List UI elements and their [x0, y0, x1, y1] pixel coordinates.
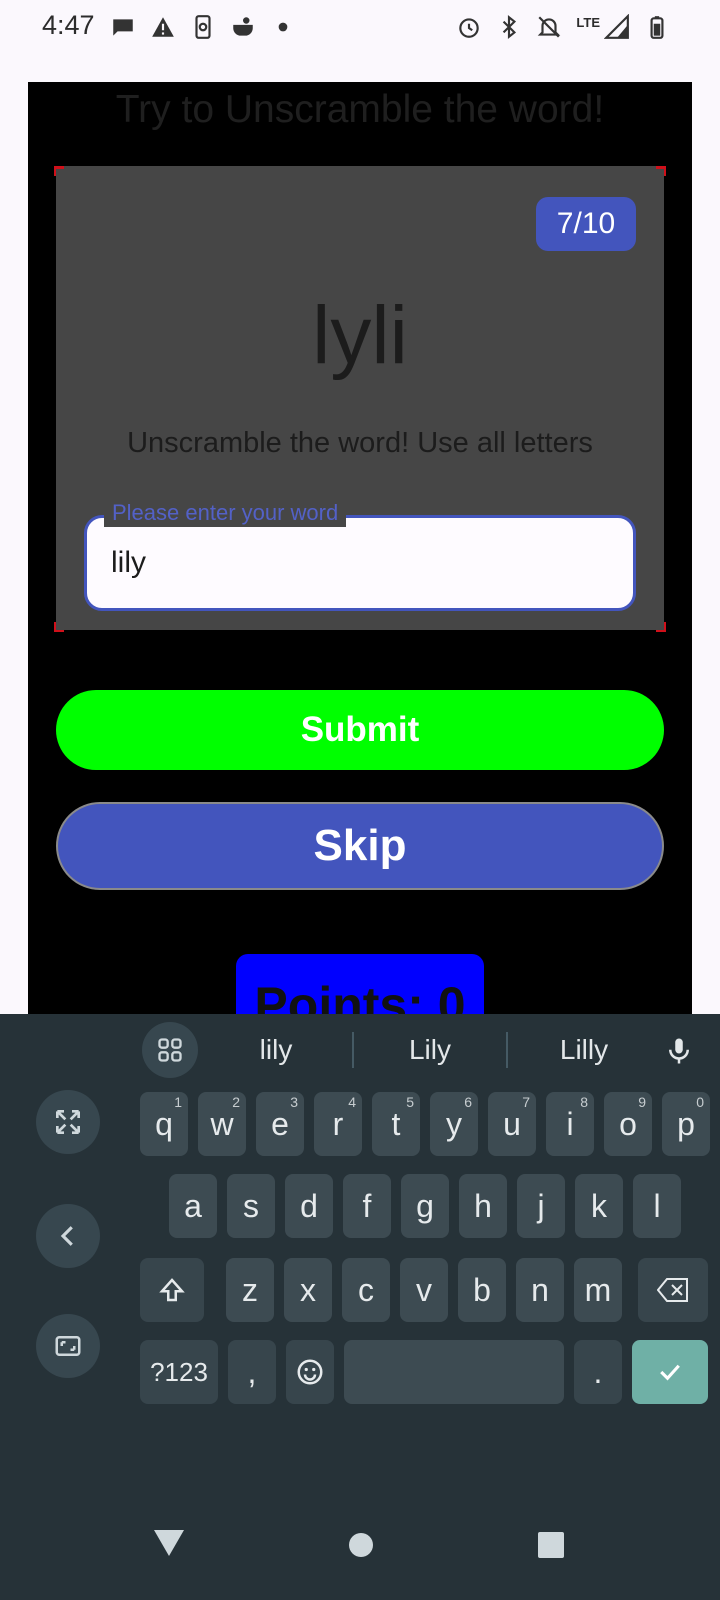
- resize-keyboard-icon[interactable]: [36, 1314, 100, 1378]
- nav-back-icon[interactable]: [152, 1528, 186, 1563]
- key-n[interactable]: n: [516, 1258, 564, 1322]
- bluetooth-icon: [496, 12, 522, 42]
- key-d[interactable]: d: [285, 1174, 333, 1238]
- key-t[interactable]: t5: [372, 1092, 420, 1156]
- key-m[interactable]: m: [574, 1258, 622, 1322]
- skip-button[interactable]: Skip: [56, 802, 664, 890]
- key-a[interactable]: a: [169, 1174, 217, 1238]
- instruction-text: Unscramble the word! Use all letters: [127, 427, 593, 459]
- key-b[interactable]: b: [458, 1258, 506, 1322]
- key-x[interactable]: x: [284, 1258, 332, 1322]
- network-type: LTE: [576, 14, 600, 30]
- key-z[interactable]: z: [226, 1258, 274, 1322]
- suggestion-strip: lily Lily Lilly: [200, 1022, 660, 1078]
- period-key[interactable]: .: [574, 1340, 622, 1404]
- key-c[interactable]: c: [342, 1258, 390, 1322]
- word-counter-badge: 7/10: [536, 197, 636, 251]
- key-y[interactable]: y6: [430, 1092, 478, 1156]
- enter-key[interactable]: [632, 1340, 708, 1404]
- key-q[interactable]: q1: [140, 1092, 188, 1156]
- key-g[interactable]: g: [401, 1174, 449, 1238]
- emoji-key[interactable]: [286, 1340, 334, 1404]
- cooking-pot-icon: [230, 12, 256, 42]
- key-v[interactable]: v: [400, 1258, 448, 1322]
- symbols-key[interactable]: ?123: [140, 1340, 218, 1404]
- comma-key[interactable]: ,: [228, 1340, 276, 1404]
- word-input-label: Please enter your word: [104, 499, 347, 527]
- mute-icon: [536, 12, 562, 42]
- shift-key[interactable]: [140, 1258, 204, 1322]
- chat-bubble-icon: [110, 12, 136, 42]
- status-time: 4:47: [42, 10, 95, 40]
- backspace-key[interactable]: [638, 1258, 708, 1322]
- dot-icon: [270, 12, 296, 42]
- microphone-icon[interactable]: [664, 1036, 694, 1066]
- nav-recents-icon[interactable]: [538, 1532, 564, 1563]
- page-title: Try to Unscramble the word!: [115, 88, 605, 131]
- nav-home-icon[interactable]: [348, 1532, 374, 1563]
- shift-icon: [159, 1278, 185, 1302]
- status-bar: 4:47 LTE: [0, 0, 720, 56]
- checkmark-icon: [660, 1364, 680, 1381]
- phone-sync-icon: [190, 12, 216, 42]
- key-o[interactable]: o9: [604, 1092, 652, 1156]
- key-w[interactable]: w2: [198, 1092, 246, 1156]
- scrambled-word: lyli: [312, 290, 408, 381]
- key-u[interactable]: u7: [488, 1092, 536, 1156]
- space-key[interactable]: [344, 1340, 564, 1404]
- expand-keyboard-icon[interactable]: [36, 1090, 100, 1154]
- warning-icon: [150, 12, 176, 42]
- emoji-icon: [297, 1359, 323, 1385]
- battery-icon: [644, 12, 670, 42]
- key-p[interactable]: p0: [662, 1092, 710, 1156]
- alarm-icon: [456, 12, 482, 42]
- key-k[interactable]: k: [575, 1174, 623, 1238]
- key-i[interactable]: i8: [546, 1092, 594, 1156]
- backspace-icon: [657, 1278, 688, 1302]
- points-badge: Points: 0: [236, 954, 484, 1014]
- suggestion-3[interactable]: Lilly: [508, 1034, 660, 1066]
- signal-icon: [604, 12, 630, 42]
- key-h[interactable]: h: [459, 1174, 507, 1238]
- word-input-field[interactable]: lily: [84, 515, 636, 611]
- key-l[interactable]: l: [633, 1174, 681, 1238]
- suggestion-2[interactable]: Lily: [354, 1034, 506, 1066]
- key-s[interactable]: s: [227, 1174, 275, 1238]
- word-card: 7/10 lyli Unscramble the word! Use all l…: [54, 166, 666, 632]
- suggestion-1[interactable]: lily: [200, 1034, 352, 1066]
- submit-button[interactable]: Submit: [56, 690, 664, 770]
- apps-grid-icon[interactable]: [142, 1022, 198, 1078]
- back-chevron-icon[interactable]: [36, 1204, 100, 1268]
- key-j[interactable]: j: [517, 1174, 565, 1238]
- key-r[interactable]: r4: [314, 1092, 362, 1156]
- key-f[interactable]: f: [343, 1174, 391, 1238]
- game-screen: Try to Unscramble the word! 7/10 lyli Un…: [28, 82, 692, 1014]
- word-input-value[interactable]: lily: [111, 546, 146, 580]
- key-e[interactable]: e3: [256, 1092, 304, 1156]
